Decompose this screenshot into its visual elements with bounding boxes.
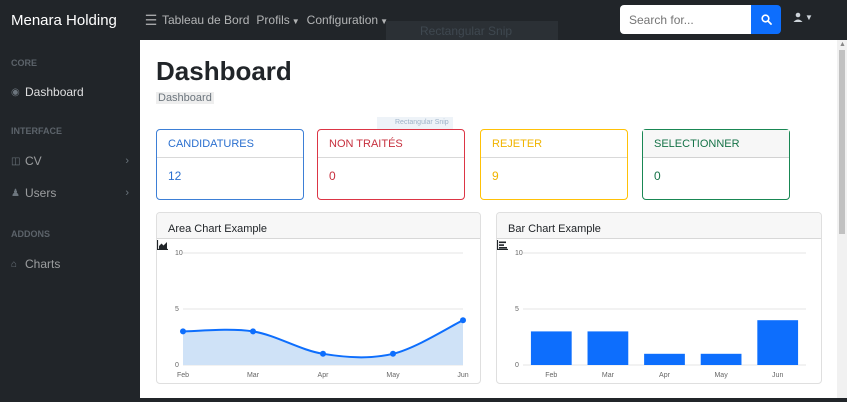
stat-card-rejeter[interactable]: REJETER 9	[480, 129, 628, 200]
stat-label: REJETER	[481, 130, 627, 158]
chart-title: Area Chart Example	[168, 222, 268, 235]
chart-header: Bar Chart Example	[497, 213, 821, 250]
x-tick-label: Apr	[659, 372, 671, 379]
y-tick-label: 10	[515, 250, 523, 257]
stat-card-selectionner[interactable]: SELECTIONNER 0	[642, 129, 790, 200]
y-tick-label: 0	[175, 362, 179, 369]
bar	[530, 331, 572, 365]
bar	[644, 353, 685, 365]
stat-card-candidatures[interactable]: CANDIDATURES 12	[156, 129, 304, 200]
snip-overlay: Rectangular Snip	[386, 21, 558, 40]
search-button[interactable]	[751, 5, 781, 34]
sidebar-item-dashboard[interactable]: ◉ Dashboard	[11, 85, 129, 99]
bar	[757, 320, 799, 365]
sidebar-item-users[interactable]: ♟ Users ›	[11, 186, 129, 200]
sidebar-heading-core: CORE	[11, 58, 38, 68]
x-tick-label: Jun	[457, 372, 468, 379]
area-chart-card: Area Chart Example 0 5 10 Feb Mar Apr May Jun	[156, 212, 481, 384]
sidebar-item-label: Dashboard	[25, 85, 84, 99]
chevron-right-icon: ›	[125, 187, 129, 199]
breadcrumb: Dashboard	[156, 92, 214, 104]
sidebar-item-label: CV	[25, 154, 42, 168]
bar	[587, 331, 629, 365]
data-point	[460, 317, 466, 324]
nav-link-configuration[interactable]: Configuration ▼	[307, 13, 388, 27]
x-tick-label: Feb	[545, 372, 557, 379]
stat-value: 9	[492, 169, 499, 183]
x-tick-label: Jun	[772, 372, 783, 379]
chart-title: Bar Chart Example	[508, 222, 601, 235]
bar-chart-card: Bar Chart Example 0 5 10 Feb Mar Apr May Jun	[496, 212, 822, 384]
scroll-up-icon[interactable]: ▲	[839, 41, 846, 48]
columns-icon: ◫	[11, 155, 21, 167]
tachometer-icon: ◉	[11, 86, 20, 98]
bars-icon[interactable]: ☰	[140, 12, 162, 29]
stat-value: 0	[329, 169, 336, 183]
user-icon: ♟	[11, 187, 20, 199]
data-point	[250, 328, 256, 335]
nav-link-profils[interactable]: Profils ▼	[256, 13, 299, 27]
sidebar-item-charts[interactable]: ⌂ Charts	[11, 257, 129, 271]
y-tick-label: 10	[175, 250, 183, 257]
x-tick-label: May	[714, 372, 728, 379]
caret-down-icon: ▼	[805, 12, 813, 22]
nav-link-tableau-de-bord[interactable]: Tableau de Bord	[162, 13, 249, 27]
search-form	[620, 5, 781, 34]
x-tick-label: Mar	[602, 372, 615, 379]
x-tick-label: May	[386, 372, 400, 379]
caret-down-icon: ▼	[291, 17, 300, 26]
stat-card-non-traites[interactable]: NON TRAITÉS 0	[317, 129, 465, 200]
user-icon	[793, 12, 803, 22]
search-icon	[760, 14, 772, 25]
stat-label: CANDIDATURES	[157, 130, 303, 158]
bar-chart: 0 5 10 Feb Mar Apr May Jun	[515, 250, 806, 379]
y-tick-label: 0	[515, 362, 519, 369]
brand-name[interactable]: Menara Holding	[0, 12, 140, 29]
scrollbar-thumb[interactable]	[839, 50, 845, 234]
stat-value: 12	[168, 169, 182, 183]
stat-label: NON TRAITÉS	[318, 130, 464, 158]
user-menu[interactable]: ▼	[793, 12, 813, 22]
data-point	[320, 350, 326, 357]
area-chart: 0 5 10 Feb Mar Apr May Jun	[175, 250, 469, 379]
sidebar-item-cv[interactable]: ◫ CV ›	[11, 154, 129, 168]
sidebar: CORE ◉ Dashboard INTERFACE ◫ CV › ♟ User…	[0, 40, 140, 402]
bottom-edge	[0, 398, 847, 402]
stat-label: SELECTIONNER	[643, 130, 789, 158]
bar	[700, 353, 742, 365]
sidebar-item-label: Users	[25, 186, 57, 200]
y-tick-label: 5	[175, 306, 179, 313]
data-point	[180, 328, 186, 335]
y-tick-label: 5	[515, 306, 519, 313]
x-tick-label: Mar	[247, 372, 260, 379]
search-input[interactable]	[620, 5, 751, 34]
sidebar-heading-addons: ADDONS	[11, 229, 51, 239]
x-tick-label: Apr	[318, 372, 330, 379]
nav-links: Tableau de Bord Profils ▼ Configuration ▼	[162, 13, 388, 27]
x-tick-label: Feb	[177, 372, 189, 379]
data-point	[390, 350, 396, 357]
snip-overlay: Rectangular Snip	[377, 117, 453, 129]
area-chart-icon: ⌂	[11, 258, 18, 270]
sidebar-heading-interface: INTERFACE	[11, 126, 63, 136]
sidebar-item-label: Charts	[25, 257, 61, 271]
chevron-right-icon: ›	[125, 155, 129, 167]
chart-header: Area Chart Example	[157, 213, 480, 250]
page-title: Dashboard	[156, 56, 292, 86]
main-content: Dashboard Dashboard Rectangular Snip CAN…	[140, 40, 837, 398]
stat-value: 0	[654, 169, 661, 183]
